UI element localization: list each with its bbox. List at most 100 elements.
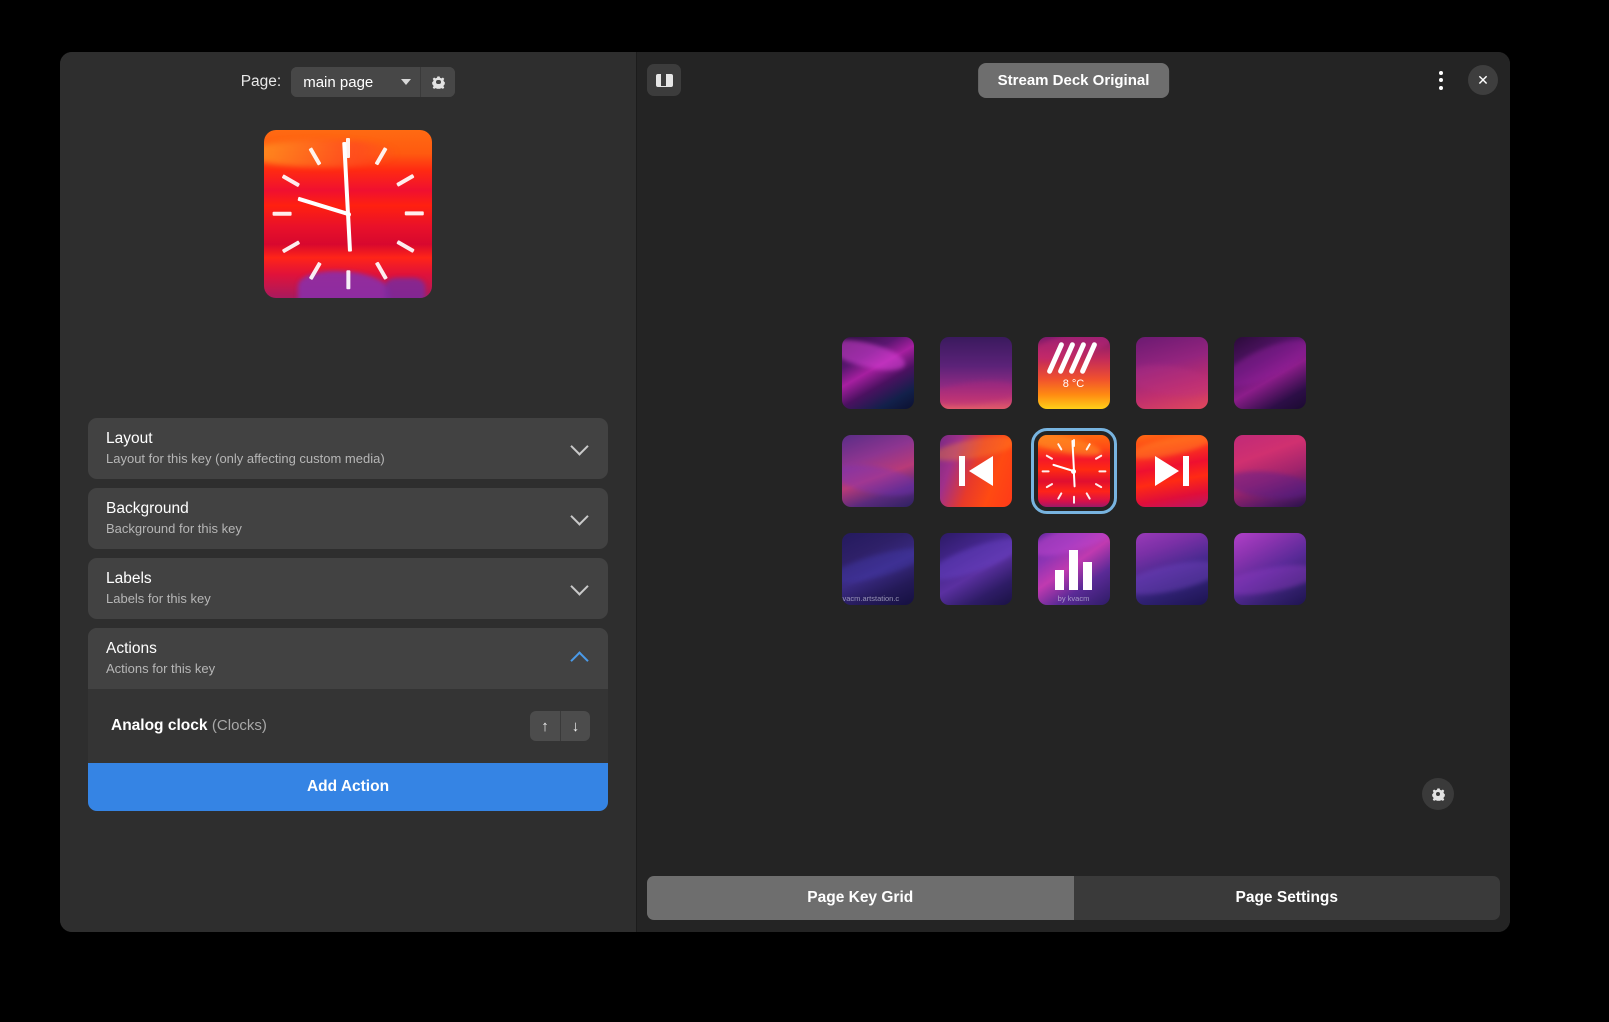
key-watermark: vacm.artstation.c bbox=[842, 594, 914, 603]
deck-key-art: vacm.artstation.c bbox=[842, 533, 914, 605]
clock-tick bbox=[281, 240, 300, 253]
action-list-item[interactable]: Analog clock (Clocks) ↑ ↓ bbox=[88, 689, 608, 763]
deck-key-12[interactable]: by kvacm bbox=[1038, 533, 1110, 605]
deck-key-art bbox=[1234, 337, 1306, 409]
section-actions-header[interactable]: Actions Actions for this key bbox=[88, 628, 608, 689]
deck-settings-button[interactable] bbox=[1422, 778, 1454, 810]
gear-icon bbox=[431, 75, 446, 90]
clock-hand bbox=[298, 197, 349, 216]
deck-key-art bbox=[940, 435, 1012, 507]
clock-hand bbox=[346, 214, 352, 252]
deck-key-6[interactable] bbox=[940, 435, 1012, 507]
deck-key-9[interactable] bbox=[1234, 435, 1306, 507]
section-background-header[interactable]: Background Background for this key bbox=[88, 488, 608, 549]
clock-tick bbox=[374, 262, 387, 281]
deck-key-2[interactable]: 8 °C bbox=[1038, 337, 1110, 409]
move-action-up-button[interactable]: ↑ bbox=[530, 711, 560, 741]
key-art-streak bbox=[1136, 554, 1208, 600]
kebab-menu-icon[interactable] bbox=[1430, 65, 1452, 95]
clock-tick bbox=[1085, 491, 1091, 499]
action-name: Analog clock bbox=[111, 717, 207, 734]
section-labels-title: Labels bbox=[106, 570, 211, 588]
key-preview-container bbox=[60, 130, 636, 298]
action-move-buttons: ↑ ↓ bbox=[530, 711, 590, 741]
action-label-group: Analog clock (Clocks) bbox=[111, 717, 267, 735]
section-labels-header[interactable]: Labels Labels for this key bbox=[88, 558, 608, 619]
deck-key-grid-area: 8 °C vacm.artstation.c by kvacm bbox=[637, 108, 1510, 876]
clock-tick bbox=[1056, 442, 1062, 450]
section-layout-title: Layout bbox=[106, 430, 385, 448]
key-art-streak bbox=[940, 533, 1012, 588]
clock-tick bbox=[1094, 482, 1102, 488]
key-art-streak bbox=[1136, 360, 1208, 401]
page-dropdown[interactable]: main page bbox=[291, 67, 421, 97]
deck-key-5[interactable] bbox=[842, 435, 914, 507]
key-art-streak bbox=[1234, 559, 1306, 601]
deck-key-8[interactable] bbox=[1136, 435, 1208, 507]
deck-key-7[interactable] bbox=[1038, 435, 1110, 507]
close-button[interactable]: ✕ bbox=[1468, 65, 1498, 95]
weather-temperature-label: 8 °C bbox=[1038, 378, 1110, 390]
gear-icon bbox=[1431, 787, 1446, 802]
tab-page-key-grid[interactable]: Page Key Grid bbox=[647, 876, 1074, 920]
clock-tick bbox=[281, 174, 300, 187]
deck-key-art: by kvacm bbox=[1038, 533, 1110, 605]
media-glyph-triangle bbox=[969, 456, 993, 486]
clock-tick bbox=[1045, 482, 1053, 488]
key-art-streak bbox=[842, 459, 914, 501]
clock-tick bbox=[308, 147, 321, 166]
kebab-dot bbox=[1439, 78, 1443, 82]
deck-key-4[interactable] bbox=[1234, 337, 1306, 409]
deck-key-11[interactable] bbox=[940, 533, 1012, 605]
section-layout: Layout Layout for this key (only affecti… bbox=[88, 418, 608, 479]
previous-track-icon bbox=[959, 456, 993, 486]
bar-chart-bar bbox=[1083, 562, 1092, 590]
deck-key-art bbox=[1136, 337, 1208, 409]
page-settings-button[interactable] bbox=[421, 67, 455, 97]
deck-key-art bbox=[1234, 435, 1306, 507]
clock-tick bbox=[272, 212, 291, 216]
clock-tick bbox=[1045, 454, 1053, 460]
clock-face bbox=[264, 130, 432, 298]
deck-title-button[interactable]: Stream Deck Original bbox=[978, 63, 1170, 98]
chevron-down-icon[interactable] bbox=[570, 507, 588, 525]
tab-page-settings[interactable]: Page Settings bbox=[1074, 876, 1501, 920]
clock-tick bbox=[396, 174, 415, 187]
deck-key-grid: 8 °C vacm.artstation.c by kvacm bbox=[842, 337, 1306, 605]
clock-tick bbox=[1098, 470, 1106, 472]
move-action-down-button[interactable]: ↓ bbox=[560, 711, 590, 741]
bar-chart-bar bbox=[1069, 550, 1078, 590]
section-layout-header[interactable]: Layout Layout for this key (only affecti… bbox=[88, 418, 608, 479]
section-actions: Actions Actions for this key Analog cloc… bbox=[88, 628, 608, 811]
add-action-button[interactable]: Add Action bbox=[88, 763, 608, 811]
deck-key-0[interactable] bbox=[842, 337, 914, 409]
next-track-icon bbox=[1155, 456, 1189, 486]
deck-key-art bbox=[1136, 533, 1208, 605]
clock-tick bbox=[396, 240, 415, 253]
deck-key-10[interactable]: vacm.artstation.c bbox=[842, 533, 914, 605]
key-art-streak bbox=[1234, 468, 1306, 503]
clock-tick bbox=[404, 212, 423, 216]
clock-tick bbox=[308, 262, 321, 281]
kebab-dot bbox=[1439, 86, 1443, 90]
deck-key-3[interactable] bbox=[1136, 337, 1208, 409]
chevron-up-icon[interactable] bbox=[570, 651, 588, 669]
deck-key-14[interactable] bbox=[1234, 533, 1306, 605]
chevron-down-icon[interactable] bbox=[570, 437, 588, 455]
page-selector-bar: Page: main page bbox=[60, 52, 636, 104]
chevron-down-icon[interactable] bbox=[570, 577, 588, 595]
sidebar-toggle-button[interactable] bbox=[647, 64, 681, 96]
section-background-title: Background bbox=[106, 500, 242, 518]
deck-key-art bbox=[1234, 533, 1306, 605]
clock-tick bbox=[346, 270, 350, 289]
key-art-streak bbox=[1234, 337, 1306, 395]
deck-key-13[interactable] bbox=[1136, 533, 1208, 605]
key-art-streak bbox=[842, 337, 909, 376]
analog-clock-key-preview[interactable] bbox=[264, 130, 432, 298]
weather-rain-icon bbox=[1053, 344, 1095, 374]
clock-tick bbox=[1073, 495, 1075, 503]
key-settings-sections: Layout Layout for this key (only affecti… bbox=[88, 418, 608, 820]
deck-key-1[interactable] bbox=[940, 337, 1012, 409]
bottom-tab-bar: Page Key Grid Page Settings bbox=[637, 876, 1510, 932]
clock-tick bbox=[1056, 491, 1062, 499]
